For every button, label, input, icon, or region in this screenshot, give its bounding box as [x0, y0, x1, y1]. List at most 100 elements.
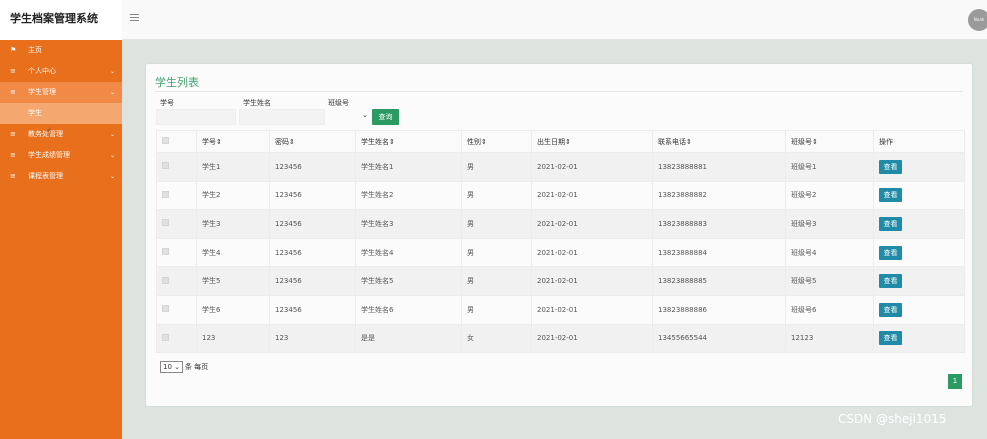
sidebar-item-label: 学生成绩管理 — [28, 151, 70, 159]
class-no-select[interactable]: ⌄ — [328, 109, 370, 125]
avatar[interactable]: Noah — [968, 9, 987, 31]
cell-birth-date: 2021-02-01 — [531, 237, 653, 268]
cell-phone: 13823888881 — [652, 152, 786, 182]
row-checkbox[interactable] — [162, 248, 169, 256]
sort-icon: ⇕ — [812, 137, 818, 146]
table-row: 学生4 123456 学生姓名4 男 2021-02-01 1382388888… — [156, 237, 965, 268]
page-size-select[interactable]: 10 ⌄ — [160, 361, 184, 373]
sidebar-item-timetable[interactable]: ≡ 课程表管理 ⌄ — [0, 166, 122, 187]
sidebar-item-label: 课程表管理 — [28, 172, 63, 180]
flag-icon: ⚑ — [10, 46, 17, 54]
page-size-control: 10 ⌄ 条 每页 — [160, 361, 208, 373]
view-button[interactable]: 查看 — [879, 331, 902, 346]
app-title: 学生档案管理系统 — [0, 0, 122, 40]
row-checkbox[interactable] — [162, 190, 169, 198]
view-button[interactable]: 查看 — [879, 302, 902, 317]
chevron-down-icon: ⌄ — [362, 111, 368, 119]
sort-icon: ⇕ — [565, 137, 571, 146]
col-header-phone[interactable]: 联系电话⇕ — [652, 130, 786, 153]
class-no-label: 班级号 — [328, 99, 349, 107]
list-icon: ≡ — [10, 151, 16, 159]
col-header-password[interactable]: 密码⇕ — [269, 130, 356, 153]
cell-student-no: 学生2 — [196, 180, 270, 211]
table-row: 学生3 123456 学生姓名3 男 2021-02-01 1382388888… — [156, 209, 965, 239]
cell-student-no: 学生3 — [196, 209, 270, 239]
col-header-student-no[interactable]: 学号⇕ — [196, 130, 270, 153]
row-checkbox[interactable] — [162, 276, 169, 284]
cell-password: 123456 — [269, 237, 356, 268]
cell-class-no: 班级号6 — [785, 294, 874, 325]
list-icon: ≡ — [10, 130, 16, 138]
student-name-label: 学生姓名 — [243, 99, 271, 107]
col-header-class-no[interactable]: 班级号⇕ — [785, 130, 874, 153]
student-no-input[interactable] — [156, 109, 236, 125]
cell-class-no: 12123 — [785, 323, 874, 354]
cell-birth-date: 2021-02-01 — [531, 180, 653, 211]
cell-student-no: 123 — [196, 323, 270, 354]
sidebar-item-label: 主页 — [28, 46, 42, 54]
table-row: 123 123 是是 女 2021-02-01 13455665544 1212… — [156, 323, 965, 354]
cell-student-name: 学生姓名5 — [355, 266, 462, 296]
select-all-checkbox[interactable] — [162, 137, 169, 144]
sidebar-item-student-management[interactable]: ≡ 学生管理 ⌄ — [0, 82, 122, 103]
list-icon: ≡ — [10, 88, 16, 96]
cell-gender: 男 — [461, 152, 532, 182]
cell-class-no: 班级号3 — [785, 209, 874, 239]
chevron-down-icon: ⌄ — [174, 363, 181, 371]
table-row: 学生5 123456 学生姓名5 男 2021-02-01 1382388888… — [156, 266, 965, 296]
row-checkbox[interactable] — [162, 333, 169, 341]
col-header-birth-date[interactable]: 出生日期⇕ — [531, 130, 653, 153]
cell-phone: 13823888884 — [652, 237, 786, 268]
cell-student-no: 学生6 — [196, 294, 270, 325]
view-button[interactable]: 查看 — [879, 245, 902, 260]
search-button[interactable]: 查询 — [372, 109, 399, 125]
page-button-current[interactable]: 1 — [948, 374, 962, 389]
cell-class-no: 班级号4 — [785, 237, 874, 268]
cell-student-no: 学生4 — [196, 237, 270, 268]
row-checkbox[interactable] — [162, 305, 169, 313]
view-button[interactable]: 查看 — [879, 216, 902, 231]
sidebar-item-home[interactable]: ⚑ 主页 — [0, 40, 122, 61]
col-header-actions: 操作 — [873, 130, 965, 153]
chevron-down-icon: ⌄ — [109, 173, 115, 180]
cell-class-no: 班级号2 — [785, 180, 874, 211]
cell-password: 123456 — [269, 180, 356, 211]
list-icon: ≡ — [10, 67, 16, 75]
sidebar: ⚑ 主页 ≡ 个人中心 ⌄ ≡ 学生管理 ⌄ 学生 ≡ 教务处管理 ⌄ ≡ 学生… — [0, 40, 122, 439]
sidebar-item-label: 个人中心 — [28, 67, 56, 75]
cell-phone: 13823888885 — [652, 266, 786, 296]
student-no-label: 学号 — [160, 99, 174, 107]
cell-gender: 男 — [461, 180, 532, 211]
sidebar-item-profile[interactable]: ≡ 个人中心 ⌄ — [0, 61, 122, 82]
student-name-input[interactable] — [239, 109, 325, 125]
sidebar-item-label: 学生管理 — [28, 88, 56, 96]
view-button[interactable]: 查看 — [879, 188, 902, 203]
row-checkbox[interactable] — [162, 219, 169, 227]
list-icon: ≡ — [10, 172, 16, 180]
cell-password: 123456 — [269, 294, 356, 325]
table-row: 学生2 123456 学生姓名2 男 2021-02-01 1382388888… — [156, 180, 965, 211]
student-table: 学号⇕ 密码⇕ 学生姓名⇕ 性别⇕ 出生日期⇕ 联系电话⇕ 班级号⇕ 操作 学生… — [156, 130, 965, 354]
cell-student-no: 学生5 — [196, 266, 270, 296]
view-button[interactable]: 查看 — [879, 274, 902, 289]
sidebar-item-academic-affairs[interactable]: ≡ 教务处管理 ⌄ — [0, 124, 122, 145]
cell-birth-date: 2021-02-01 — [531, 294, 653, 325]
row-checkbox[interactable] — [162, 162, 169, 170]
cell-phone: 13823888882 — [652, 180, 786, 211]
sidebar-item-grades[interactable]: ≡ 学生成绩管理 ⌄ — [0, 145, 122, 166]
cell-student-no: 学生1 — [196, 152, 270, 182]
menu-toggle-icon[interactable] — [130, 14, 139, 23]
cell-password: 123456 — [269, 209, 356, 239]
cell-gender: 男 — [461, 209, 532, 239]
sidebar-subitem-student[interactable]: 学生 — [0, 103, 122, 124]
col-header-student-name[interactable]: 学生姓名⇕ — [355, 130, 462, 153]
col-header-gender[interactable]: 性别⇕ — [461, 130, 532, 153]
cell-gender: 男 — [461, 237, 532, 268]
cell-student-name: 学生姓名1 — [355, 152, 462, 182]
table-row: 学生6 123456 学生姓名6 男 2021-02-01 1382388888… — [156, 294, 965, 325]
view-button[interactable]: 查看 — [879, 159, 902, 174]
sort-icon: ⇕ — [289, 137, 295, 146]
cell-gender: 女 — [461, 323, 532, 354]
student-list-card: 学生列表 学号 学生姓名 班级号 ⌄ 查询 学号⇕ 密码⇕ 学生姓名⇕ 性别⇕ — [146, 64, 972, 406]
table-header-row: 学号⇕ 密码⇕ 学生姓名⇕ 性别⇕ 出生日期⇕ 联系电话⇕ 班级号⇕ 操作 — [156, 130, 965, 153]
